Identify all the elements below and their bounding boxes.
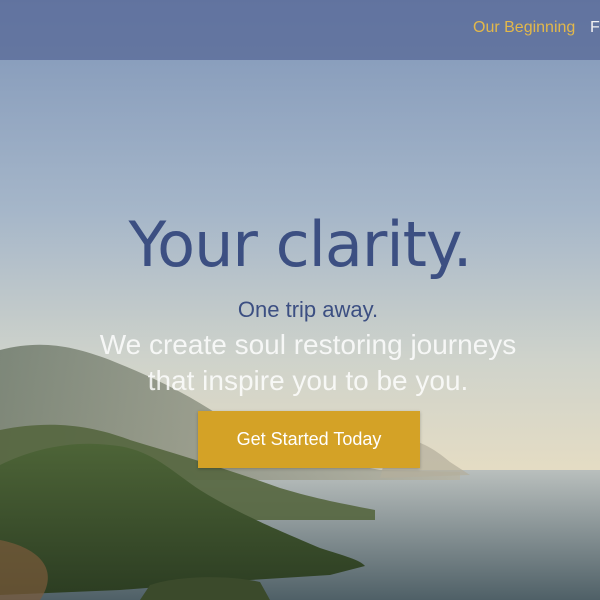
get-started-button[interactable]: Get Started Today bbox=[198, 411, 420, 468]
hero-tagline: We create soul restoring journeys that i… bbox=[0, 327, 600, 399]
top-navbar: Our Beginning F bbox=[0, 0, 600, 60]
nav-link-our-beginning[interactable]: Our Beginning bbox=[473, 19, 575, 37]
nav-link-truncated[interactable]: F bbox=[590, 19, 600, 37]
hero-tagline-line2: that inspire you to be you. bbox=[147, 365, 469, 396]
hero-subheadline: One trip away. bbox=[237, 297, 379, 322]
hero-headline: Your clarity. bbox=[128, 208, 473, 281]
hero-tagline-line1: We create soul restoring journeys bbox=[99, 329, 517, 360]
